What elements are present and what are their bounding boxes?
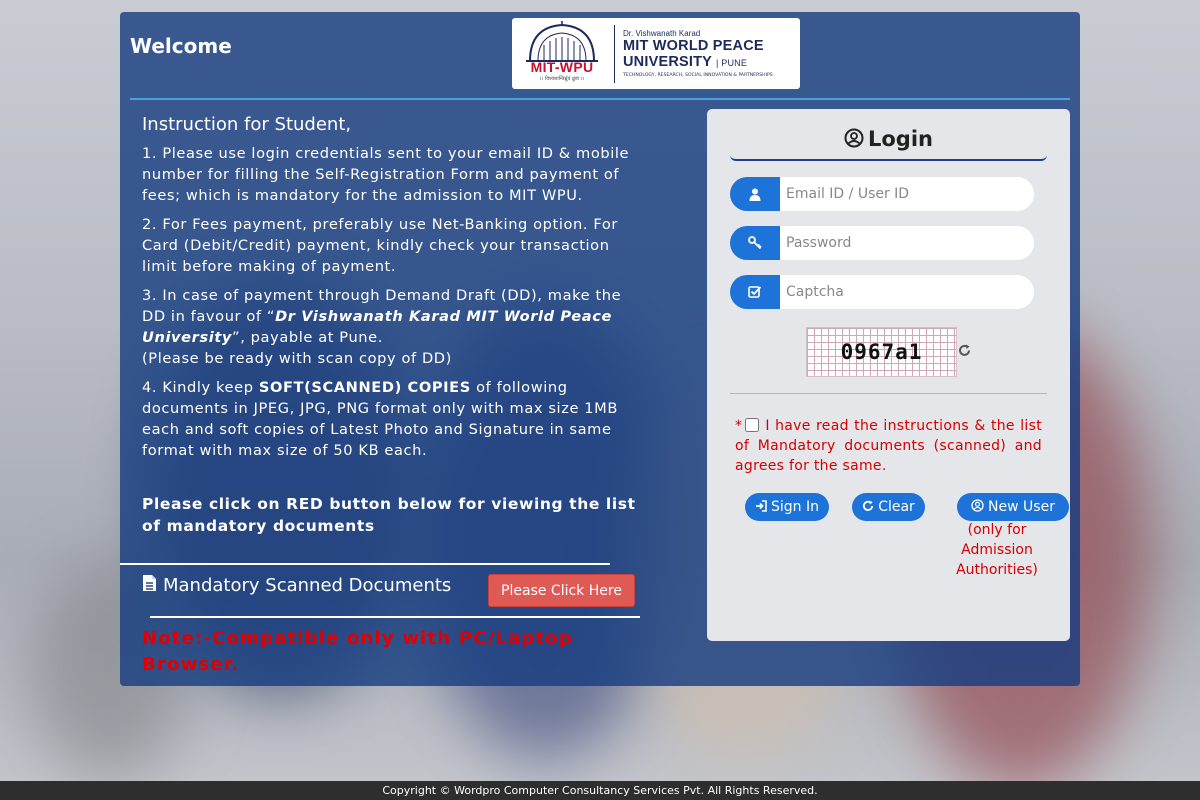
login-box: Login 0967a1 *I have read the <box>707 109 1070 641</box>
main-panel: Welcome MIT-WPU ।। विश्वशान्तिर्ध्रुवं ध… <box>120 12 1080 686</box>
sign-in-button[interactable]: Sign In <box>745 493 829 521</box>
refresh-icon[interactable] <box>958 343 971 361</box>
key-icon <box>730 226 780 260</box>
password-input[interactable] <box>780 226 1034 260</box>
welcome-title: Welcome <box>130 34 232 58</box>
logo-line3: UNIVERSITY <box>623 54 712 70</box>
sign-in-icon <box>755 499 767 515</box>
check-square-icon <box>730 275 780 309</box>
logo-line3-suffix: | PUNE <box>716 58 748 68</box>
mandatory-docs-label: Mandatory Scanned Documents <box>163 574 452 596</box>
new-user-button[interactable]: New User <box>957 493 1069 521</box>
password-field-group <box>730 226 1034 260</box>
captcha-input[interactable] <box>780 275 1034 309</box>
click-note: Please click on RED button below for vie… <box>142 495 636 535</box>
agree-checkbox[interactable] <box>745 418 760 432</box>
instructions-heading: Instruction for Student, <box>142 114 352 135</box>
instruction-item-3: 3. In case of payment through Demand Dra… <box>142 287 622 367</box>
captcha-field-group <box>730 275 1034 309</box>
footer-copyright: Copyright © Wordpro Computer Consultancy… <box>0 781 1200 800</box>
view-documents-button[interactable]: Please Click Here <box>488 574 635 607</box>
agree-terms: * I have read the instructions & the list… <box>735 418 1042 474</box>
logo-motto: ।। विश्वशान्तिर्ध्रुवं ध्रुवा ।। <box>539 75 585 82</box>
user-circle-icon <box>971 499 984 515</box>
instruction-item-1: 1. Please use login credentials sent to … <box>142 145 630 204</box>
dd-note: (Please be ready with scan copy of DD) <box>142 350 452 367</box>
new-user-note: (only for Admission Authorities) <box>956 522 1038 578</box>
user-icon <box>730 177 780 211</box>
refresh-icon <box>862 499 874 515</box>
captcha-image: 0967a1 <box>806 327 957 377</box>
user-circle-icon <box>844 128 864 153</box>
login-title: Login <box>730 127 1047 153</box>
agree-text: I have read the instructions & the list … <box>735 418 1042 474</box>
file-icon <box>142 574 157 596</box>
university-emblem: MIT-WPU ।। विश्वशान्तिर्ध्रुवं ध्रुवा ।। <box>518 20 606 87</box>
email-field-group <box>730 177 1034 211</box>
clear-button[interactable]: Clear <box>852 493 925 521</box>
instruction-item-2: 2. For Fees payment, preferably use Net-… <box>142 216 618 275</box>
logo-brand: MIT-WPU <box>530 58 594 75</box>
mandatory-docs-row: Mandatory Scanned Documents <box>142 574 451 596</box>
header-divider <box>130 98 1070 100</box>
email-input[interactable] <box>780 177 1034 211</box>
compatibility-note: Note:-Compatible only with PC/Laptop Bro… <box>142 628 573 675</box>
logo-line1: Dr. Vishwanath Karad <box>623 29 701 38</box>
logo-line4: TECHNOLOGY, RESEARCH, SOCIAL INNOVATION … <box>623 73 773 78</box>
university-logo: MIT-WPU ।। विश्वशान्तिर्ध्रुवं ध्रुवा ।।… <box>512 18 800 89</box>
logo-line2: MIT WORLD PEACE <box>623 38 764 54</box>
instruction-item-4: 4. Kindly keep SOFT(SCANNED) COPIES of f… <box>142 379 618 459</box>
instructions-section: Instruction for Student, 1. Please use l… <box>142 114 642 537</box>
